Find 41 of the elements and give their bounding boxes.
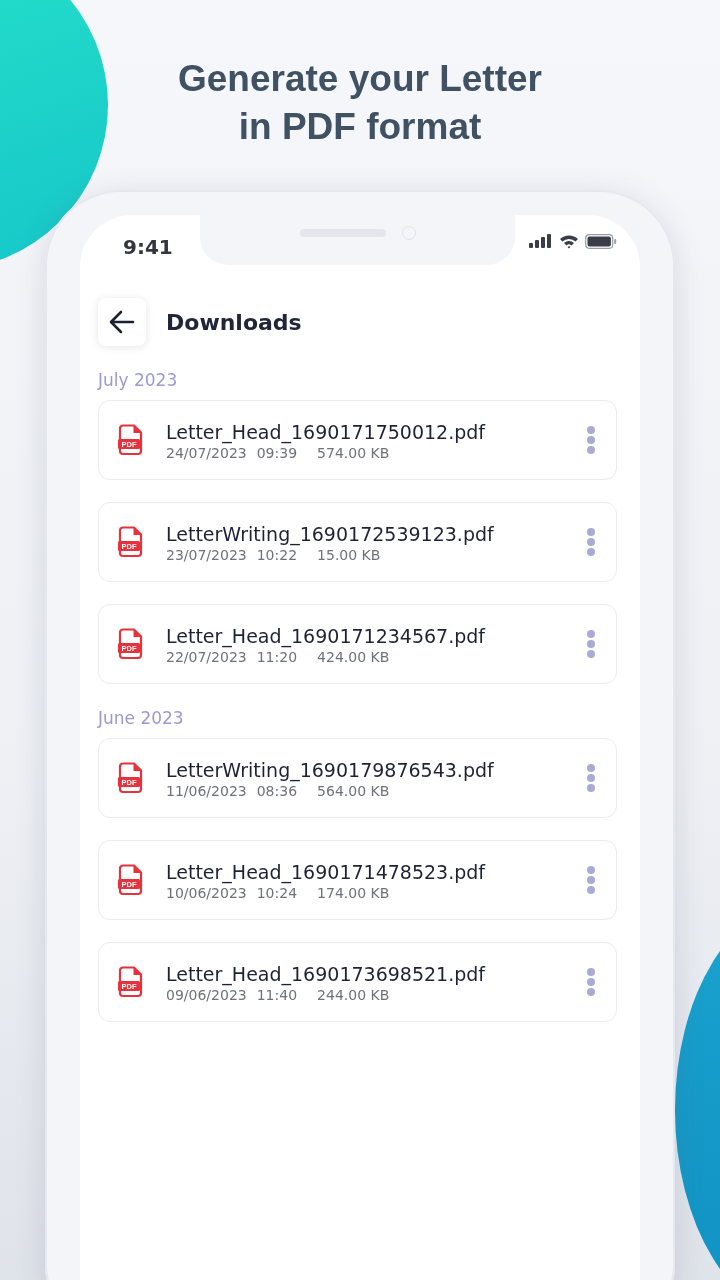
signal-icon [529,234,553,248]
back-button[interactable] [98,298,146,346]
more-options-icon[interactable] [586,425,596,455]
file-name: Letter_Head_1690171750012.pdf [166,419,487,445]
file-size: 424.00 KB [317,648,390,665]
screen-title: Downloads [166,309,302,335]
headline-line: in PDF format [238,105,482,149]
battery-icon [585,233,617,249]
file-time: 11:20 [256,648,298,665]
file-date: 10/06/2023 [166,884,247,901]
file-size: 574.00 KB [317,444,390,461]
back-arrow-icon [109,310,135,334]
file-date: 09/06/2023 [166,986,247,1003]
section-label: July 2023 [98,370,179,390]
more-options-icon[interactable] [586,967,596,997]
file-date: 22/07/2023 [166,648,247,665]
more-options-icon[interactable] [586,763,596,793]
status-time: 9:41 [122,234,174,259]
file-name: Letter_Head_1690171478523.pdf [166,859,487,885]
file-time: 11:40 [256,986,298,1003]
file-time: 10:24 [256,884,298,901]
file-date: 24/07/2023 [166,444,247,461]
file-time: 10:22 [256,546,298,563]
wifi-icon [559,233,579,249]
more-options-icon[interactable] [586,629,596,659]
file-time: 08:36 [256,782,298,799]
more-options-icon[interactable] [586,527,596,557]
file-date: 11/06/2023 [166,782,247,799]
file-time: 09:39 [256,444,298,461]
file-date: 23/07/2023 [166,546,247,563]
file-name: LetterWriting_1690179876543.pdf [166,757,495,783]
section-label: June 2023 [98,708,185,728]
more-options-icon[interactable] [586,865,596,895]
file-name: Letter_Head_1690173698521.pdf [166,961,487,987]
file-name: LetterWriting_1690172539123.pdf [166,521,495,547]
headline-line: Generate your Letter [178,57,542,101]
file-size: 564.00 KB [317,782,390,799]
file-size: 15.00 KB [317,546,381,563]
file-size: 244.00 KB [317,986,390,1003]
file-name: Letter_Head_1690171234567.pdf [166,623,487,649]
file-size: 174.00 KB [317,884,390,901]
